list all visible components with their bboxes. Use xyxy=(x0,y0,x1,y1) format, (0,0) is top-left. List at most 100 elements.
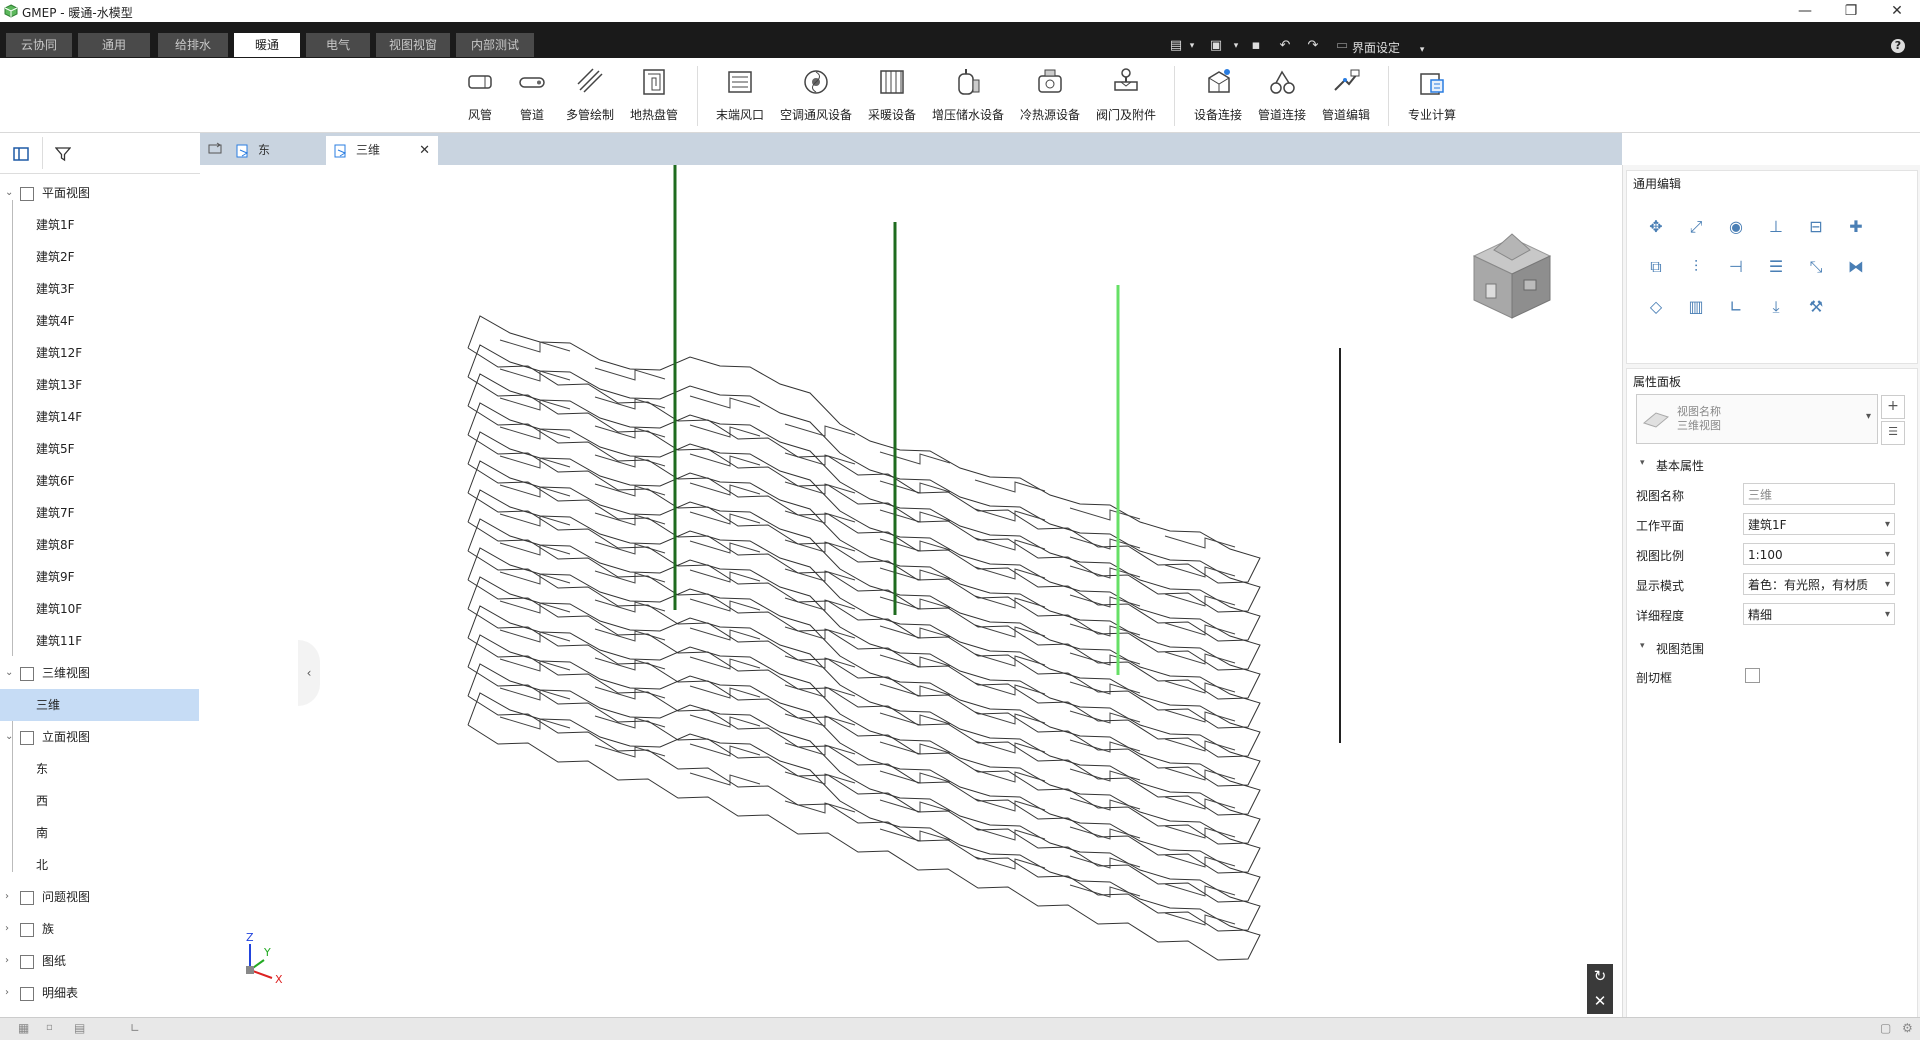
tool-floor-heating-coil-button[interactable]: 地热盘管 xyxy=(614,66,694,128)
tree-item[interactable]: 建筑2F xyxy=(0,241,199,273)
property-dropdown[interactable]: 精细 ▾ xyxy=(1743,603,1895,625)
chevron-down-icon[interactable]: ⌄ xyxy=(5,721,13,753)
section-box-checkbox[interactable] xyxy=(1745,668,1760,683)
mirror-icon[interactable]: ⧓ xyxy=(1846,257,1866,277)
open-project-icon[interactable]: ▣ xyxy=(1208,38,1224,54)
rotate-icon[interactable]: ◉ xyxy=(1726,217,1746,237)
new-file-icon[interactable]: ▤ xyxy=(1168,38,1184,54)
view-range-group[interactable]: 视图范围 xyxy=(1656,640,1704,657)
ui-settings-menu[interactable]: 界面设定 ▾ xyxy=(1352,39,1424,56)
trim-icon[interactable]: ⊣ xyxy=(1726,257,1746,277)
tree-item[interactable]: 北 xyxy=(0,849,199,881)
chevron-down-icon[interactable]: ▾ xyxy=(1640,641,1645,651)
erase-icon[interactable]: ◇ xyxy=(1646,297,1666,317)
tree-item[interactable]: 建筑6F xyxy=(0,465,199,497)
maximize-button[interactable]: ❐ xyxy=(1828,0,1874,22)
tree-category[interactable]: › 族 xyxy=(0,913,199,945)
chevron-right-icon[interactable]: › xyxy=(5,881,9,913)
tree-item[interactable]: 建筑5F xyxy=(0,433,199,465)
tree-item[interactable]: 建筑13F xyxy=(0,369,199,401)
property-dropdown[interactable]: 建筑1F ▾ xyxy=(1743,513,1895,535)
pipe-network-model[interactable] xyxy=(200,160,1622,1017)
tab-1[interactable]: 通用 xyxy=(78,33,150,57)
tree-category[interactable]: ⌄ 三维视图 xyxy=(0,657,199,689)
align-icon[interactable]: ⊥ xyxy=(1766,217,1786,237)
view-cube-icon[interactable] xyxy=(1462,230,1562,330)
tree-item[interactable]: 建筑14F xyxy=(0,401,199,433)
view-switch-icon[interactable] xyxy=(208,142,222,156)
tree-item[interactable]: 西 xyxy=(0,785,199,817)
filter-icon[interactable] xyxy=(55,146,71,162)
tab-4[interactable]: 电气 xyxy=(306,33,370,57)
split-icon[interactable]: ⊟ xyxy=(1806,217,1826,237)
tree-item[interactable]: 建筑10F xyxy=(0,593,199,625)
tool-valve-button[interactable]: 阀门及附件 xyxy=(1086,66,1166,128)
chevron-right-icon[interactable]: › xyxy=(5,945,9,977)
angle-icon[interactable]: ∟ xyxy=(1726,297,1746,317)
tree-category[interactable]: ⌄ 平面视图 xyxy=(0,177,199,209)
array-icon[interactable]: ⤡ xyxy=(1806,257,1826,277)
tool-radiator-button[interactable]: 采暖设备 xyxy=(852,66,932,128)
tree-category[interactable]: › 问题视图 xyxy=(0,881,199,913)
tool-water-tank-button[interactable]: 增压储水设备 xyxy=(928,66,1008,128)
property-dropdown[interactable]: 1:100 ▾ xyxy=(1743,543,1895,565)
measure-icon[interactable]: ▥ xyxy=(1686,297,1706,317)
close-button[interactable]: ✕ xyxy=(1874,0,1920,22)
open-dropdown-icon[interactable]: ▾ xyxy=(1228,38,1244,54)
tree-item[interactable]: 南 xyxy=(0,817,199,849)
view-tab[interactable]: 三维 ✕ xyxy=(326,136,438,165)
new-file-dropdown-icon[interactable]: ▾ xyxy=(1184,38,1200,54)
chevron-right-icon[interactable]: › xyxy=(5,977,9,1009)
move-icon[interactable]: ✥ xyxy=(1646,217,1666,237)
undo-icon[interactable]: ↶ xyxy=(1277,38,1293,54)
copy-icon[interactable]: ⧉ xyxy=(1646,257,1666,277)
tree-category[interactable]: ⌄ 立面视图 xyxy=(0,721,199,753)
3d-viewport[interactable] xyxy=(200,160,1622,1017)
scale-icon[interactable]: ⤢ xyxy=(1686,217,1706,237)
save-icon[interactable]: ▪ xyxy=(1248,38,1264,54)
pipe-tool-icon[interactable]: ⚒ xyxy=(1806,297,1826,317)
tool-heat-source-button[interactable]: 冷热源设备 xyxy=(1010,66,1090,128)
tree-category[interactable]: › 明细表 xyxy=(0,977,199,1009)
tree-category[interactable]: › 图纸 xyxy=(0,945,199,977)
snap-icon[interactable]: ▫ xyxy=(46,1022,53,1033)
property-input[interactable]: 三维 xyxy=(1743,483,1895,505)
tree-item[interactable]: 建筑1F xyxy=(0,209,199,241)
help-icon[interactable]: ? xyxy=(1891,39,1905,53)
tree-item[interactable]: 三维 xyxy=(0,689,199,721)
tree-item[interactable]: 建筑11F xyxy=(0,625,199,657)
panel-toggle-icon[interactable] xyxy=(13,146,29,162)
layout-icon[interactable]: ▤ xyxy=(74,1021,85,1035)
tab-0[interactable]: 云协同 xyxy=(6,33,72,57)
chevron-down-icon[interactable]: ⌄ xyxy=(5,657,13,689)
edit-type-button[interactable]: ☰ xyxy=(1881,421,1905,445)
close-tab-icon[interactable]: ✕ xyxy=(419,136,430,165)
view-tab[interactable]: 东 xyxy=(228,136,326,165)
minimize-button[interactable]: — xyxy=(1782,0,1828,22)
chevron-right-icon[interactable]: › xyxy=(5,913,9,945)
tool-calculation-button[interactable]: 专业计算 xyxy=(1392,66,1472,128)
settings-icon[interactable]: ⚙ xyxy=(1902,1021,1913,1035)
add-type-button[interactable]: + xyxy=(1881,395,1905,419)
tool-pipe-edit-button[interactable]: 管道编辑 xyxy=(1306,66,1386,128)
tab-5[interactable]: 视图视窗 xyxy=(376,33,450,57)
ortho-icon[interactable]: ∟ xyxy=(130,1021,140,1035)
basic-props-group[interactable]: 基本属性 xyxy=(1656,457,1704,474)
chevron-down-icon[interactable]: ▾ xyxy=(1640,458,1645,468)
tree-item[interactable]: 建筑12F xyxy=(0,337,199,369)
chevron-down-icon[interactable]: ⌄ xyxy=(5,177,13,209)
tree-item[interactable]: 建筑3F xyxy=(0,273,199,305)
elevation-icon[interactable]: ⤓ xyxy=(1766,297,1786,317)
tree-item[interactable]: 东 xyxy=(0,753,199,785)
reset-view-icon[interactable]: ↻ xyxy=(1587,964,1613,989)
close-view-icon[interactable]: ✕ xyxy=(1587,989,1613,1014)
offset-icon[interactable]: ⫶ xyxy=(1686,257,1706,277)
tab-6[interactable]: 内部测试 xyxy=(456,33,534,57)
tree-item[interactable]: 建筑7F xyxy=(0,497,199,529)
tree-item[interactable]: 建筑4F xyxy=(0,305,199,337)
status-panel-icon[interactable]: ▢ xyxy=(1880,1021,1891,1035)
tab-3[interactable]: 暖通 xyxy=(234,33,300,57)
type-selector[interactable]: 视图名称 三维视图 ▾ xyxy=(1636,394,1878,444)
tree-item[interactable]: 建筑9F xyxy=(0,561,199,593)
tool-hvac-fan-button[interactable]: 空调通风设备 xyxy=(776,66,856,128)
